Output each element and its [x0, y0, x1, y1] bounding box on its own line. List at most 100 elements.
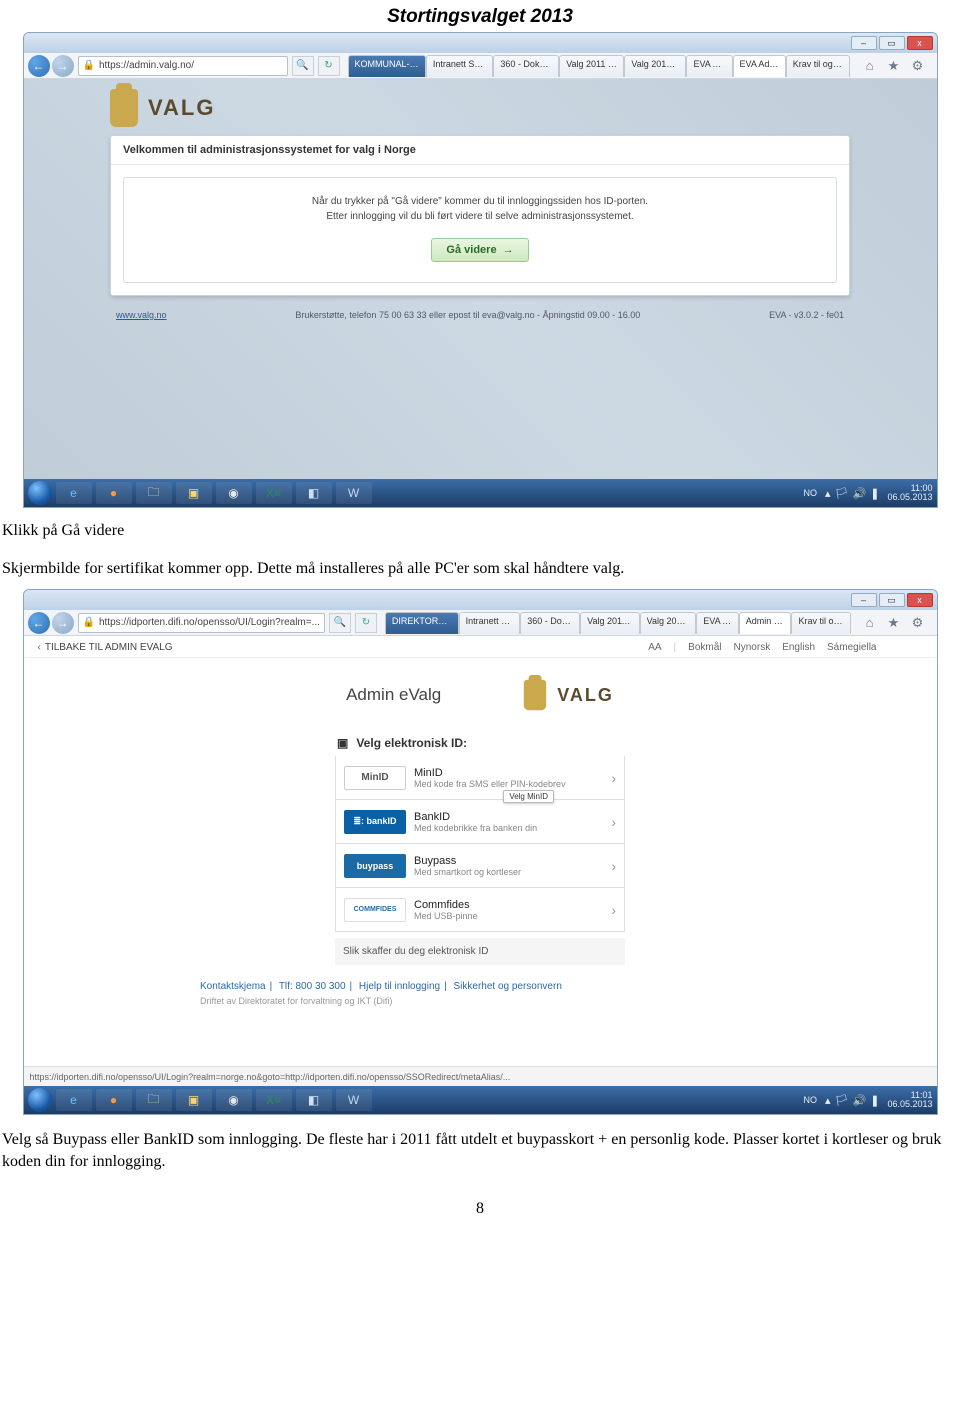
- chevron-right-icon: ›: [611, 858, 616, 874]
- search-button[interactable]: 🔍: [292, 56, 314, 76]
- crest-icon: [524, 680, 546, 710]
- link-hjelp[interactable]: Hjelp til innlogging: [359, 981, 440, 992]
- taskbar-firefox-icon[interactable]: ●: [96, 482, 132, 504]
- taskbar-media-icon[interactable]: ▣: [176, 1089, 212, 1111]
- chevron-right-icon: ›: [611, 902, 616, 918]
- lang-option[interactable]: Sámegiella: [827, 642, 876, 653]
- velg-minid-tooltip: Velg MinID: [503, 790, 554, 803]
- welcome-info-box: Når du trykker på "Gå videre" kommer du …: [123, 177, 837, 283]
- start-orb-icon[interactable]: [28, 1088, 52, 1112]
- document-title: Stortingsvalget 2013: [0, 0, 960, 32]
- tab[interactable]: DIREKTORATET F...×: [385, 612, 459, 634]
- tab[interactable]: Valg 2013 - Ko...: [640, 612, 697, 634]
- info-line: Etter innlogging vil du bli ført videre …: [144, 209, 816, 224]
- link-kontaktskjema[interactable]: Kontaktskjema: [200, 981, 266, 992]
- tab-active-page[interactable]: Admin eValg×: [739, 612, 792, 634]
- taskbar-app-icon[interactable]: ◧: [296, 1089, 332, 1111]
- tab[interactable]: KOMMUNAL- OG...×: [348, 55, 426, 77]
- statusbar-url: https://idporten.difi.no/opensso/UI/Logi…: [30, 1072, 511, 1082]
- footer-version-text: EVA - v3.0.2 - fe01: [769, 310, 844, 320]
- go-videre-button[interactable]: Gå videre →: [431, 238, 528, 262]
- tab[interactable]: Krav til og beha...: [786, 55, 851, 77]
- taskbar-explorer-icon[interactable]: 🗀: [136, 482, 172, 504]
- home-icon[interactable]: ⌂: [861, 57, 879, 75]
- window-titlebar: – ▭ x: [24, 590, 937, 610]
- taskbar-chrome-icon[interactable]: ◉: [216, 482, 252, 504]
- favorites-icon[interactable]: ★: [885, 57, 903, 75]
- taskbar-chrome-icon[interactable]: ◉: [216, 1089, 252, 1111]
- taskbar-ie-icon[interactable]: e: [56, 1089, 92, 1111]
- refresh-button[interactable]: ↻: [318, 56, 340, 76]
- idporten-footer-links: Kontaktskjema| Tlf: 800 30 300| Hjelp ti…: [200, 981, 760, 1006]
- link-sikkerhet[interactable]: Sikkerhet og personvern: [453, 981, 561, 992]
- system-tray[interactable]: ▴🏳🔊❚: [825, 1094, 879, 1107]
- window-close-button[interactable]: x: [907, 593, 933, 607]
- tab[interactable]: Valg 2011 - San...: [559, 55, 624, 77]
- footer-link-valgno[interactable]: www.valg.no: [116, 310, 167, 320]
- address-bar[interactable]: 🔒 https://idporten.difi.no/opensso/UI/Lo…: [78, 613, 325, 633]
- favorites-icon[interactable]: ★: [885, 614, 903, 632]
- taskbar-lang-indicator[interactable]: NO: [804, 1095, 818, 1105]
- home-icon[interactable]: ⌂: [861, 614, 879, 632]
- tab-active-page[interactable]: EVA Admin×: [733, 55, 786, 77]
- commfides-logo-icon: COMMFIDES: [344, 898, 406, 922]
- phone-text: Tlf: 800 30 300: [279, 981, 346, 992]
- tools-gear-icon[interactable]: ⚙: [909, 614, 927, 632]
- taskbar-word-icon[interactable]: W: [336, 482, 372, 504]
- lang-option[interactable]: English: [782, 642, 815, 653]
- taskbar-clock[interactable]: 11:0006.05.2013: [887, 484, 932, 503]
- lang-option[interactable]: Bokmål: [688, 642, 721, 653]
- system-tray[interactable]: ▴🏳🔊❚: [825, 487, 879, 500]
- taskbar-excel-icon[interactable]: X≡: [256, 1089, 292, 1111]
- tab[interactable]: Krav til og beha...: [791, 612, 850, 634]
- flag-icon: 🏳: [835, 1094, 849, 1107]
- taskbar-excel-icon[interactable]: X≡: [256, 482, 292, 504]
- nav-back-button[interactable]: ←: [28, 612, 50, 634]
- nav-forward-button[interactable]: →: [52, 55, 74, 77]
- eid-option-commfides[interactable]: COMMFIDES CommfidesMed USB-pinne ›: [335, 888, 625, 932]
- taskbar-clock[interactable]: 11:0106.05.2013: [887, 1091, 932, 1110]
- window-minimize-button[interactable]: –: [851, 593, 877, 607]
- browser-statusbar: https://idporten.difi.no/opensso/UI/Logi…: [24, 1066, 937, 1086]
- idporten-header: Admin eValg VALG: [24, 658, 937, 724]
- eid-option-minid[interactable]: MinID MinIDMed kode fra SMS eller PIN-ko…: [335, 756, 625, 800]
- window-minimize-button[interactable]: –: [851, 36, 877, 50]
- tab[interactable]: EVA Admin: [686, 55, 732, 77]
- eid-option-bankid[interactable]: Velg MinID ≣: bankID BankIDMed kodebrikk…: [335, 800, 625, 844]
- eid-option-buypass[interactable]: buypass BuypassMed smartkort og kortlese…: [335, 844, 625, 888]
- valg-logo-header: VALG: [110, 79, 850, 127]
- buypass-logo-icon: buypass: [344, 854, 406, 878]
- caption-text: Klikk på Gå videre: [0, 508, 960, 544]
- taskbar-explorer-icon[interactable]: 🗀: [136, 1089, 172, 1111]
- window-maximize-button[interactable]: ▭: [879, 593, 905, 607]
- text-size-toggle[interactable]: AA: [648, 642, 661, 653]
- nav-back-button[interactable]: ←: [28, 55, 50, 77]
- refresh-button[interactable]: ↻: [355, 613, 377, 633]
- address-bar[interactable]: 🔒 https://admin.valg.no/: [78, 56, 288, 76]
- taskbar-media-icon[interactable]: ▣: [176, 482, 212, 504]
- taskbar-firefox-icon[interactable]: ●: [96, 1089, 132, 1111]
- tools-gear-icon[interactable]: ⚙: [909, 57, 927, 75]
- eid-help-link[interactable]: Slik skaffer du deg elektronisk ID: [335, 938, 625, 965]
- welcome-panel-heading: Velkommen til administrasjonssystemet fo…: [111, 136, 849, 165]
- tab[interactable]: 360 - Dokument...: [493, 55, 559, 77]
- nav-forward-button[interactable]: →: [52, 612, 74, 634]
- tab[interactable]: EVA Admin: [696, 612, 739, 634]
- tab[interactable]: 360 - Dokument...: [520, 612, 580, 634]
- start-orb-icon[interactable]: [28, 481, 52, 505]
- valg-footer: www.valg.no Brukerstøtte, telefon 75 00 …: [110, 306, 850, 324]
- taskbar-app-icon[interactable]: ◧: [296, 482, 332, 504]
- lang-option[interactable]: Nynorsk: [734, 642, 771, 653]
- back-to-admin-link[interactable]: TILBAKE TIL ADMIN EVALG: [45, 642, 173, 653]
- taskbar-lang-indicator[interactable]: NO: [804, 488, 818, 498]
- tab[interactable]: Valg 2013 - Ko...: [624, 55, 686, 77]
- tab[interactable]: Valg 2011 - San...: [580, 612, 639, 634]
- paragraph-text: Velg så Buypass eller BankID som innlogg…: [0, 1115, 960, 1174]
- tab[interactable]: Intranett Sandne...: [426, 55, 494, 77]
- window-maximize-button[interactable]: ▭: [879, 36, 905, 50]
- tab[interactable]: Intranett Sandne...: [459, 612, 521, 634]
- taskbar-ie-icon[interactable]: e: [56, 482, 92, 504]
- taskbar-word-icon[interactable]: W: [336, 1089, 372, 1111]
- window-close-button[interactable]: x: [907, 36, 933, 50]
- search-button[interactable]: 🔍: [329, 613, 351, 633]
